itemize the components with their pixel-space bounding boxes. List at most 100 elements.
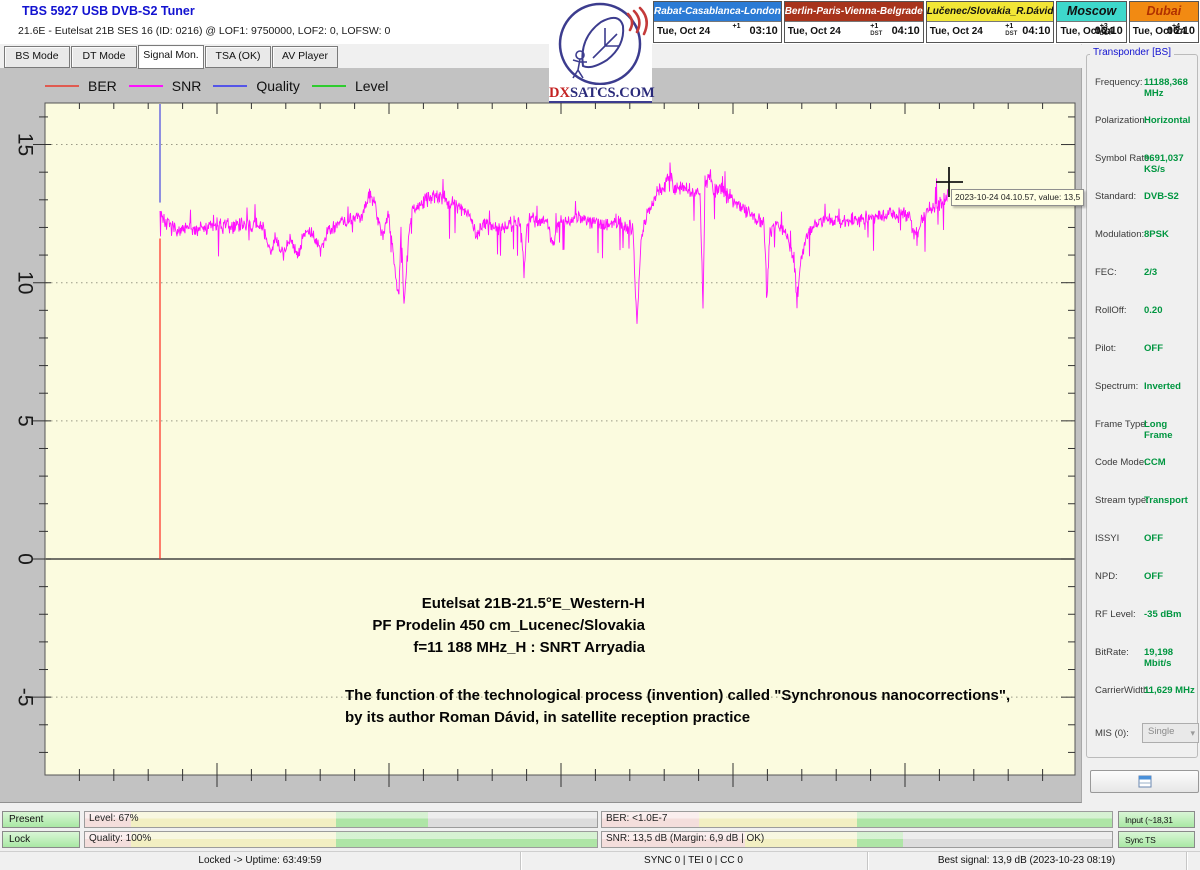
clock-city-label: Berlin-Paris-Vienna-Belgrade bbox=[785, 2, 923, 22]
tab-dt-mode[interactable]: DT Mode bbox=[71, 46, 137, 68]
clock-time-row: Tue, Oct 24+3DST06:10 bbox=[1057, 22, 1125, 42]
field-label: BitRate: bbox=[1095, 647, 1129, 658]
tab-tsa-ok[interactable]: TSA (OK) bbox=[205, 46, 271, 68]
transponder-field-bitrate: BitRate:19,198 Mbit/s bbox=[1087, 647, 1197, 661]
clock-date: Tue, Oct 24 bbox=[930, 26, 983, 37]
bar-zone-yellow bbox=[131, 812, 336, 827]
clock-time-row: Tue, Oct 24+406:10 bbox=[1130, 22, 1198, 42]
clock-dst-flag: DST bbox=[1005, 31, 1017, 37]
bar-ber: BER: <1.0E-7 bbox=[601, 811, 1113, 828]
legend-item-snr: SNR bbox=[129, 78, 202, 94]
legend-label: SNR bbox=[172, 78, 202, 94]
clock-date: Tue, Oct 24 bbox=[788, 26, 841, 37]
field-value: OFF bbox=[1144, 343, 1163, 354]
field-value: Inverted bbox=[1144, 381, 1181, 392]
transponder-field-npd: NPD:OFF bbox=[1087, 571, 1197, 585]
bar-zone-yellow bbox=[131, 832, 336, 847]
svg-text:-5: -5 bbox=[13, 688, 36, 707]
badge-lock: Lock bbox=[2, 831, 80, 848]
annotation-line: by its author Roman Dávid, in satellite … bbox=[345, 707, 1045, 729]
field-value: Long Frame bbox=[1144, 419, 1197, 441]
tab-bs-mode[interactable]: BS Mode bbox=[4, 46, 70, 68]
transponder-field-code-mode: Code Mode:CCM bbox=[1087, 457, 1197, 471]
transponder-field-spectrum: Spectrum:Inverted bbox=[1087, 381, 1197, 395]
transponder-field-frame-type: Frame Type:Long Frame bbox=[1087, 419, 1197, 433]
bar-zone-green bbox=[336, 812, 428, 827]
clock-time-value: 04:10 bbox=[1022, 25, 1050, 37]
field-value: OFF bbox=[1144, 533, 1163, 544]
bar-zone-green bbox=[857, 832, 903, 847]
field-value: CCM bbox=[1144, 457, 1166, 468]
transponder-sidebar: Transponder [BS] Frequency:11188,368 MHz… bbox=[1082, 44, 1200, 804]
clock-moscow: MoscowTue, Oct 24+3DST06:10 bbox=[1056, 1, 1126, 43]
legend-item-ber: BER bbox=[45, 78, 117, 94]
field-value: 8PSK bbox=[1144, 229, 1169, 240]
ts-data-button[interactable] bbox=[1090, 770, 1199, 793]
tab-bar: BS ModeDT ModeSignal Mon.TSA (OK)AV Play… bbox=[0, 44, 1081, 68]
bar-zone-gray bbox=[428, 812, 597, 827]
field-value: 2/3 bbox=[1144, 267, 1157, 278]
transponder-field-stream-type: Stream type:Transport bbox=[1087, 495, 1197, 509]
clock-berlin-paris-vienna-belgrade: Berlin-Paris-Vienna-BelgradeTue, Oct 24+… bbox=[784, 1, 924, 43]
bar-zone-pink bbox=[602, 832, 745, 847]
annotation-invention-note: The function of the technological proces… bbox=[345, 685, 1045, 729]
annotation-line: PF Prodelin 450 cm_Lucenec/Slovakia bbox=[300, 615, 645, 637]
transponder-field-carrierwidth: CarrierWidth:11,629 MHz bbox=[1087, 685, 1197, 699]
field-value: Transport bbox=[1144, 495, 1188, 506]
bar-quality: Quality: 100% bbox=[84, 831, 598, 848]
field-value: 11188,368 MHz bbox=[1144, 77, 1197, 99]
field-label: Code Mode: bbox=[1095, 457, 1147, 468]
chevron-down-icon: ▾ bbox=[1190, 725, 1195, 741]
badge-present: Present bbox=[2, 811, 80, 828]
transponder-field-modulation: Modulation:8PSK bbox=[1087, 229, 1197, 243]
transponder-groupbox: Frequency:11188,368 MHz Polarization:Hori… bbox=[1086, 54, 1198, 758]
legend-label: BER bbox=[88, 78, 117, 94]
transponder-field-issyi: ISSYIOFF bbox=[1087, 533, 1197, 547]
tab-av-player[interactable]: AV Player bbox=[272, 46, 338, 68]
transponder-field-frequency: Frequency:11188,368 MHz bbox=[1087, 77, 1197, 91]
field-value: OFF bbox=[1144, 571, 1163, 582]
svg-text:15: 15 bbox=[13, 133, 36, 156]
mis-select[interactable]: Single ▾ bbox=[1142, 723, 1199, 743]
app-window: TBS 5927 USB DVB-S2 Tuner 21.6E - Eutels… bbox=[0, 0, 1200, 870]
clock-city-label: Rabat-Casablanca-London bbox=[654, 2, 781, 22]
tab-signal-mon[interactable]: Signal Mon. bbox=[138, 45, 204, 69]
clock-lu-enec-slovakia-r-d-vid: Lučenec/Slovakia_R.DávidTue, Oct 24+1DST… bbox=[926, 1, 1055, 43]
annotation-line: f=11 188 MHz_H : SNRT Arryadia bbox=[300, 637, 645, 659]
transponder-field-rolloff: RollOff:0.20 bbox=[1087, 305, 1197, 319]
badge-sync-ts: Sync TS bbox=[1118, 831, 1195, 848]
field-label: FEC: bbox=[1095, 267, 1117, 278]
app-title: TBS 5927 USB DVB-S2 Tuner bbox=[22, 4, 195, 18]
field-value: 11,629 MHz bbox=[1144, 685, 1195, 696]
svg-text:0: 0 bbox=[13, 553, 36, 565]
clock-utc-offset: +1 bbox=[1005, 23, 1013, 30]
field-label: Pilot: bbox=[1095, 343, 1116, 354]
clock-rabat-casablanca-london: Rabat-Casablanca-LondonTue, Oct 24+103:1… bbox=[653, 1, 782, 43]
app-subtitle: 21.6E - Eutelsat 21B SES 16 (ID: 0216) @… bbox=[18, 25, 390, 37]
status-lock-uptime: Locked -> Uptime: 63:49:59 bbox=[0, 852, 521, 870]
ts-analyzer-icon bbox=[1138, 775, 1152, 788]
legend-line-ber bbox=[45, 85, 79, 87]
bar-zone-pink bbox=[85, 812, 131, 827]
svg-text:10: 10 bbox=[13, 271, 36, 294]
bar-zone-gray bbox=[903, 832, 1112, 847]
world-clocks: Rabat-Casablanca-LondonTue, Oct 24+103:1… bbox=[653, 1, 1199, 43]
field-label: RF Level: bbox=[1095, 609, 1136, 620]
bar-zone-pink bbox=[85, 832, 131, 847]
legend-label: Level bbox=[355, 78, 388, 94]
clock-time-value: 06:10 bbox=[1167, 25, 1195, 37]
status-bar: Locked -> Uptime: 63:49:59 SYNC 0 | TEI … bbox=[0, 851, 1200, 870]
status-sync-counters: SYNC 0 | TEI 0 | CC 0 bbox=[520, 852, 868, 870]
field-label: Frequency: bbox=[1095, 77, 1143, 88]
transponder-group-title: Transponder [BS] bbox=[1090, 47, 1174, 58]
chart-tooltip: 2023-10-24 04.10.57, value: 13,5 bbox=[951, 189, 1084, 206]
bar-zone-pink bbox=[602, 812, 699, 827]
svg-text:5: 5 bbox=[13, 415, 36, 427]
field-label: Modulation: bbox=[1095, 229, 1144, 240]
mis-value: Single bbox=[1148, 726, 1174, 737]
clock-utc-offset: +1 bbox=[733, 23, 741, 30]
field-label: Stream type: bbox=[1095, 495, 1149, 506]
legend-item-quality: Quality bbox=[213, 78, 300, 94]
transponder-field-polarization: Polarization:Horizontal bbox=[1087, 115, 1197, 129]
annotation-line: Eutelsat 21B-21.5°E_Western-H bbox=[300, 593, 645, 615]
